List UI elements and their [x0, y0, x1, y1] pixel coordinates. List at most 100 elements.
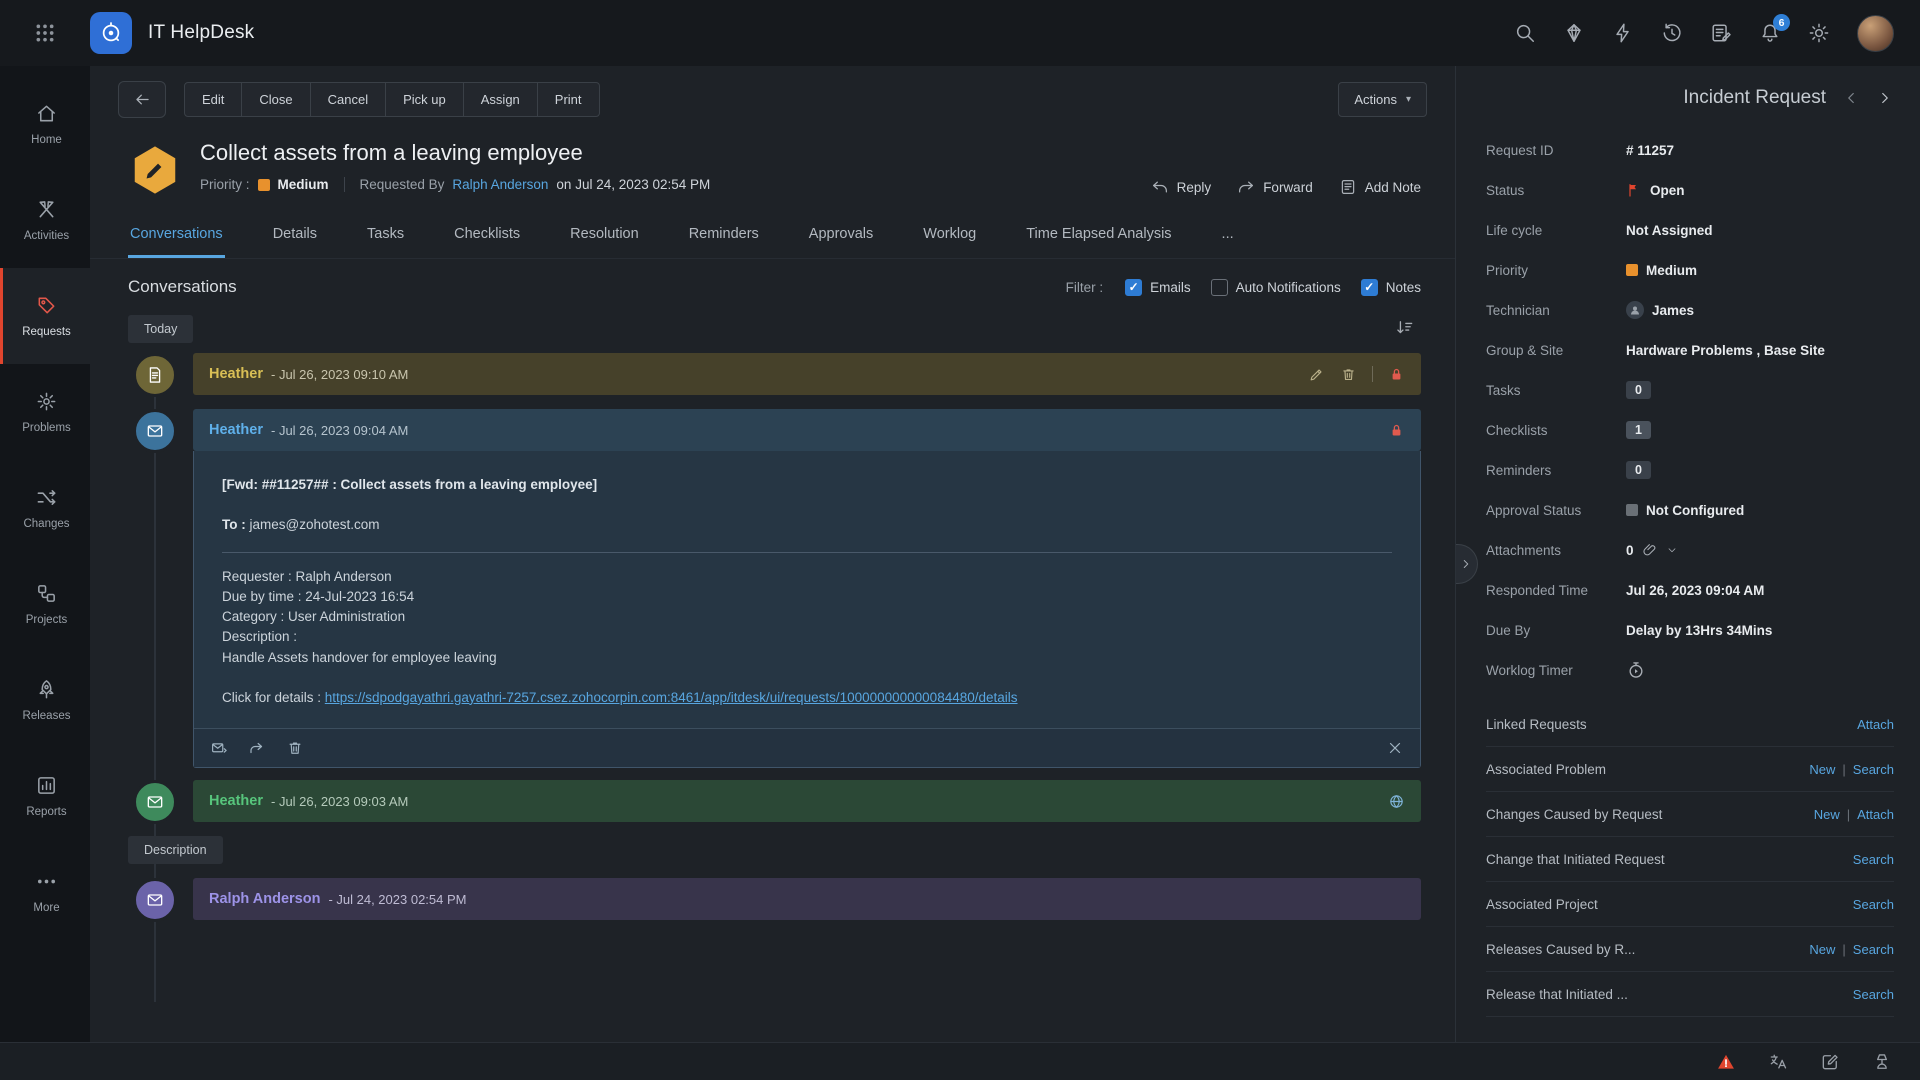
- lamp-icon[interactable]: [1872, 1052, 1892, 1072]
- email-line-due: Due by time : 24-Jul-2023 16:54: [222, 587, 1392, 607]
- search-link[interactable]: Search: [1853, 852, 1894, 867]
- filter-emails[interactable]: Emails: [1125, 279, 1191, 296]
- close-request-button[interactable]: Close: [241, 83, 309, 116]
- tab-more[interactable]: ...: [1220, 214, 1236, 258]
- conversation-row-email: Heather - Jul 26, 2023 09:03 AM: [128, 780, 1421, 824]
- tasks-badge[interactable]: 0: [1626, 381, 1651, 399]
- releases-icon: [35, 678, 58, 701]
- tab-resolution[interactable]: Resolution: [568, 214, 641, 258]
- projects-icon: [35, 582, 58, 605]
- email-header-bar[interactable]: Heather - Jul 26, 2023 09:04 AM: [193, 409, 1421, 451]
- rewards-icon[interactable]: [1563, 22, 1585, 44]
- lock-icon[interactable]: [1388, 366, 1405, 383]
- reply-button[interactable]: Reply: [1151, 178, 1212, 196]
- history-icon[interactable]: [1661, 22, 1683, 44]
- sidebar-item-releases[interactable]: Releases: [0, 652, 90, 748]
- home-icon: [35, 102, 58, 125]
- filter-notes[interactable]: Notes: [1361, 279, 1421, 296]
- new-link[interactable]: New: [1809, 942, 1835, 957]
- close-icon[interactable]: [1386, 739, 1404, 757]
- sidebar-item-more[interactable]: More: [0, 844, 90, 940]
- chevron-down-icon[interactable]: [1666, 544, 1678, 556]
- search-link[interactable]: Search: [1853, 942, 1894, 957]
- new-link[interactable]: New: [1809, 762, 1835, 777]
- tab-checklists[interactable]: Checklists: [452, 214, 522, 258]
- note-header-bar[interactable]: Heather - Jul 26, 2023 09:10 AM: [193, 353, 1421, 395]
- sort-icon[interactable]: [1395, 318, 1415, 343]
- reminders-badge[interactable]: 0: [1626, 461, 1651, 479]
- tab-tasks[interactable]: Tasks: [365, 214, 406, 258]
- tab-details[interactable]: Details: [271, 214, 319, 258]
- cancel-button[interactable]: Cancel: [310, 83, 385, 116]
- settings-gear-icon[interactable]: [1808, 22, 1830, 44]
- tab-time-elapsed-analysis[interactable]: Time Elapsed Analysis: [1024, 214, 1173, 258]
- panel-collapse-handle[interactable]: [1455, 544, 1478, 584]
- edit-button[interactable]: Edit: [185, 83, 241, 116]
- chevron-down-icon: ▾: [1406, 94, 1411, 105]
- email-header-bar[interactable]: Heather - Jul 26, 2023 09:03 AM: [193, 780, 1421, 822]
- tab-reminders[interactable]: Reminders: [687, 214, 761, 258]
- previous-request-icon[interactable]: [1842, 89, 1860, 107]
- email-header-bar[interactable]: Ralph Anderson - Jul 24, 2023 02:54 PM: [193, 878, 1421, 920]
- search-icon[interactable]: [1514, 22, 1536, 44]
- request-quick-actions: Reply Forward Add Note: [1151, 178, 1421, 198]
- delete-icon[interactable]: [1340, 366, 1357, 383]
- worklog-timer-icon[interactable]: [1626, 660, 1646, 680]
- divider: [222, 552, 1392, 553]
- attach-link[interactable]: Attach: [1857, 717, 1894, 732]
- search-link[interactable]: Search: [1853, 987, 1894, 1002]
- tab-approvals[interactable]: Approvals: [807, 214, 875, 258]
- checklists-badge[interactable]: 1: [1626, 421, 1651, 439]
- sidebar-item-label: Projects: [26, 614, 68, 626]
- notes-checkbox[interactable]: [1361, 279, 1378, 296]
- lock-icon[interactable]: [1388, 422, 1405, 439]
- request-header-text: Collect assets from a leaving employee P…: [200, 140, 710, 192]
- search-link[interactable]: Search: [1853, 897, 1894, 912]
- actions-dropdown-button[interactable]: Actions ▾: [1338, 82, 1427, 117]
- assign-button[interactable]: Assign: [463, 83, 537, 116]
- sidebar-item-activities[interactable]: Activities: [0, 172, 90, 268]
- reply-mail-icon[interactable]: [210, 739, 228, 757]
- quick-actions-icon[interactable]: [1612, 22, 1634, 44]
- forward-arrow-icon[interactable]: [248, 739, 266, 757]
- sidebar-item-home[interactable]: Home: [0, 76, 90, 172]
- more-dots-icon: [35, 870, 58, 893]
- chevron-right-icon: [1459, 557, 1473, 571]
- tab-conversations[interactable]: Conversations: [128, 214, 225, 258]
- compose-icon[interactable]: [1820, 1052, 1840, 1072]
- sidebar-item-reports[interactable]: Reports: [0, 748, 90, 844]
- pickup-button[interactable]: Pick up: [385, 83, 463, 116]
- technician-avatar: [1626, 301, 1644, 319]
- sidebar-item-problems[interactable]: Problems: [0, 364, 90, 460]
- alert-icon[interactable]: [1716, 1052, 1736, 1072]
- attach-link[interactable]: Attach: [1857, 807, 1894, 822]
- filter-auto-notifications[interactable]: Auto Notifications: [1211, 279, 1341, 296]
- delete-icon[interactable]: [286, 739, 304, 757]
- search-link[interactable]: Search: [1853, 762, 1894, 777]
- edit-icon[interactable]: [1308, 366, 1325, 383]
- requester-link[interactable]: Ralph Anderson: [452, 177, 548, 192]
- forward-button[interactable]: Forward: [1237, 178, 1313, 196]
- print-button[interactable]: Print: [537, 83, 599, 116]
- tab-worklog[interactable]: Worklog: [921, 214, 978, 258]
- sidebar-item-changes[interactable]: Changes: [0, 460, 90, 556]
- notifications-icon[interactable]: 6: [1759, 22, 1781, 44]
- emails-checkbox[interactable]: [1125, 279, 1142, 296]
- main-content: Edit Close Cancel Pick up Assign Print A…: [90, 66, 1455, 1042]
- email-details-link[interactable]: https://sdpodgayathri.gayathri-7257.csez…: [325, 690, 1018, 705]
- auto-notifications-checkbox[interactable]: [1211, 279, 1228, 296]
- next-request-icon[interactable]: [1876, 89, 1894, 107]
- sidebar-item-label: Activities: [24, 230, 69, 242]
- apps-grid-icon[interactable]: [0, 23, 90, 43]
- translate-icon[interactable]: [1768, 1052, 1788, 1072]
- feedback-icon[interactable]: [1710, 22, 1732, 44]
- add-note-button[interactable]: Add Note: [1339, 178, 1421, 196]
- sidebar-item-requests[interactable]: Requests: [0, 268, 90, 364]
- back-button[interactable]: [118, 81, 166, 118]
- email-line-requester: Requester : Ralph Anderson: [222, 567, 1392, 587]
- sidebar-item-projects[interactable]: Projects: [0, 556, 90, 652]
- new-link[interactable]: New: [1814, 807, 1840, 822]
- user-avatar[interactable]: [1857, 15, 1894, 52]
- author-name: Heather: [209, 422, 263, 438]
- paperclip-icon[interactable]: [1642, 542, 1658, 558]
